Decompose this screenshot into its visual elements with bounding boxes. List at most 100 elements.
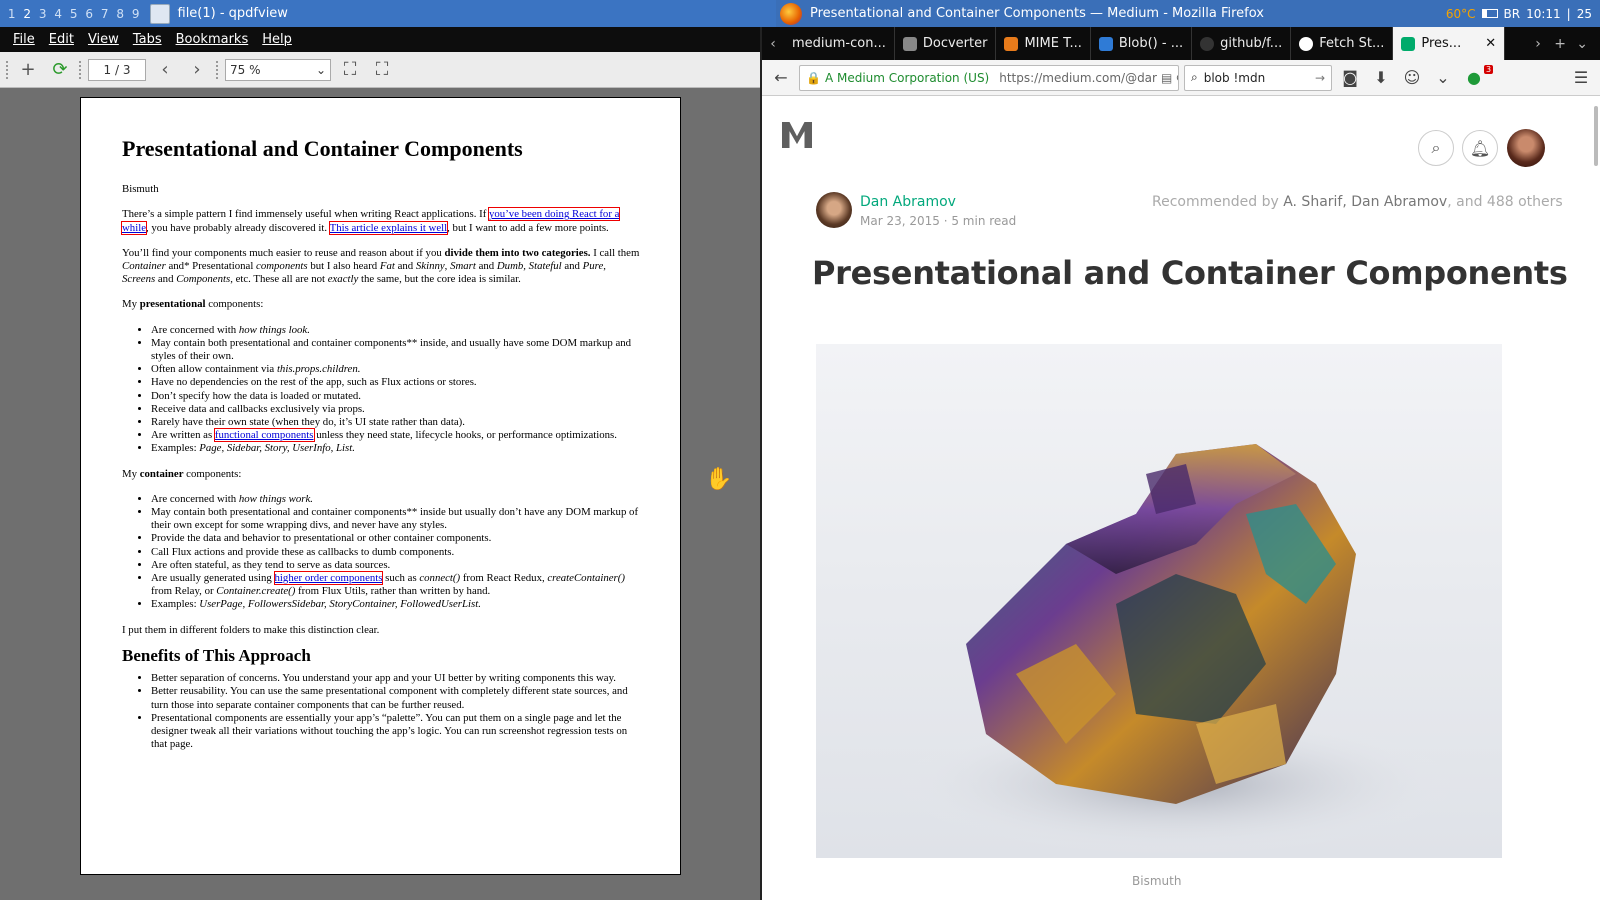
zoom-select[interactable]: 75 % ⌄ bbox=[225, 58, 331, 81]
search-go-arrow-icon[interactable]: → bbox=[1315, 71, 1325, 85]
fit-to-page-size-icon[interactable]: ⛶ bbox=[369, 57, 395, 83]
tab-blob[interactable]: Blob() - ... bbox=[1091, 27, 1193, 60]
tab-label: MIME T... bbox=[1024, 36, 1082, 51]
lock-icon: 🔒 bbox=[806, 70, 821, 85]
list-item: Are concerned with how things work. bbox=[151, 493, 640, 506]
back-arrow-icon[interactable]: ← bbox=[768, 65, 794, 91]
tab-close-icon[interactable]: ✕ bbox=[1485, 36, 1496, 51]
qpdfview-titlebar: 1 2 3 4 5 6 7 8 9 file(1) - qpdfview bbox=[0, 0, 776, 27]
previous-page-icon[interactable]: ‹ bbox=[152, 57, 178, 83]
tab-label: Docverter bbox=[922, 36, 988, 51]
workspace-5[interactable]: 5 bbox=[66, 7, 82, 21]
tab-label: github/f... bbox=[1220, 36, 1283, 51]
download-arrow-icon[interactable]: ⬇ bbox=[1368, 65, 1394, 91]
menu-tabs[interactable]: Tabs bbox=[126, 32, 169, 47]
zoom-value: 75 % bbox=[230, 62, 261, 77]
tab-list-chevron-icon[interactable]: ⌄ bbox=[1571, 36, 1593, 52]
qpdfview-toolbar: + ⟳ 1 / 3 ‹ › 75 % ⌄ ⛶ ⛶ bbox=[0, 52, 760, 88]
github-favicon-icon bbox=[1200, 36, 1215, 51]
hand-cursor-icon: ✋ bbox=[705, 467, 733, 492]
tab-medium-con[interactable]: medium-con... bbox=[784, 27, 895, 60]
addon-badge: 3 bbox=[1484, 65, 1494, 74]
url-bar[interactable]: 🔒 A Medium Corporation (US) https://medi… bbox=[799, 64, 1179, 91]
menu-file[interactable]: File bbox=[6, 32, 42, 47]
tab-mime-types[interactable]: MIME T... bbox=[996, 27, 1091, 60]
page-number-field[interactable]: 1 / 3 bbox=[88, 58, 146, 81]
pocket-icon[interactable]: ◙ bbox=[1337, 65, 1363, 91]
workspace-2[interactable]: 2 bbox=[20, 7, 36, 21]
workspace-6[interactable]: 6 bbox=[82, 7, 98, 21]
hamburger-menu-icon[interactable]: ☰ bbox=[1568, 65, 1594, 91]
menu-bookmarks[interactable]: Bookmarks bbox=[169, 32, 256, 47]
container-list: Are concerned with how things work. May … bbox=[151, 493, 640, 612]
list-item: Rarely have their own state (when they d… bbox=[151, 416, 640, 429]
menu-edit[interactable]: Edit bbox=[42, 32, 81, 47]
tab-scroll-right-icon[interactable]: › bbox=[1527, 36, 1549, 52]
fit-to-page-width-icon[interactable]: ⛶ bbox=[337, 57, 363, 83]
scrollbar-thumb[interactable] bbox=[1594, 106, 1598, 166]
qpdfview-window: File Edit View Tabs Bookmarks Help + ⟳ 1… bbox=[0, 27, 760, 900]
workspace-7[interactable]: 7 bbox=[97, 7, 113, 21]
link-article-explains[interactable]: This article explains it well bbox=[328, 220, 449, 235]
tray-extra: 25 bbox=[1576, 6, 1592, 21]
workspace-1[interactable]: 1 bbox=[4, 7, 20, 21]
qpdfview-window-title: file(1) - qpdfview bbox=[177, 6, 288, 21]
reader-view-icon[interactable]: ▤ bbox=[1161, 71, 1172, 85]
list-item: Presentational components are essentiall… bbox=[151, 712, 640, 752]
doc-folders-paragraph: I put them in different folders to make … bbox=[122, 623, 380, 636]
tab-label: medium-con... bbox=[792, 36, 886, 51]
doc-intro-paragraph: There’s a simple pattern I find immensel… bbox=[120, 207, 621, 235]
qpdfview-menubar: File Edit View Tabs Bookmarks Help bbox=[0, 27, 760, 52]
link-functional-components[interactable]: functional components bbox=[213, 428, 315, 443]
toolbar-grip-icon[interactable] bbox=[216, 60, 219, 79]
author-avatar[interactable] bbox=[816, 192, 852, 228]
workspace-8[interactable]: 8 bbox=[113, 7, 129, 21]
workspace-9[interactable]: 9 bbox=[128, 7, 144, 21]
refresh-icon[interactable]: ⟳ bbox=[47, 57, 73, 83]
tab-docverter[interactable]: Docverter bbox=[895, 27, 997, 60]
medium-favicon-icon bbox=[1401, 36, 1416, 51]
list-item: Better reusability. You can use the same… bbox=[151, 685, 640, 711]
toolbar-grip-icon[interactable] bbox=[6, 60, 9, 79]
link-higher-order-components[interactable]: higher order components bbox=[273, 571, 384, 586]
open-plus-icon[interactable]: + bbox=[15, 57, 41, 83]
workspace-switcher[interactable]: 1 2 3 4 5 6 7 8 9 bbox=[4, 7, 144, 21]
menu-view[interactable]: View bbox=[81, 32, 126, 47]
medium-logo-icon[interactable] bbox=[782, 122, 812, 148]
notification-bell-icon[interactable]: 🔔︎ bbox=[1462, 130, 1498, 166]
tab-scroll-left-icon[interactable]: ‹ bbox=[762, 36, 784, 52]
doc-container-heading: My container components: bbox=[122, 467, 242, 480]
tab-label: Blob() - ... bbox=[1118, 36, 1184, 51]
author-name-link[interactable]: Dan Abramov bbox=[860, 194, 956, 210]
new-tab-plus-icon[interactable]: + bbox=[1549, 36, 1571, 52]
search-query: blob !mdn bbox=[1203, 70, 1266, 85]
workspace-4[interactable]: 4 bbox=[51, 7, 67, 21]
list-item: Examples: UserPage, FollowersSidebar, St… bbox=[151, 598, 640, 611]
list-item: Don’t specify how the data is loaded or … bbox=[151, 390, 640, 403]
recommended-by: Recommended by A. Sharif, Dan Abramov, a… bbox=[1152, 194, 1563, 210]
user-avatar[interactable] bbox=[1507, 129, 1545, 167]
next-page-icon[interactable]: › bbox=[184, 57, 210, 83]
article-date: Mar 23, 2015 bbox=[860, 214, 940, 228]
workspace-3[interactable]: 3 bbox=[35, 7, 51, 21]
search-icon[interactable]: ⌕ bbox=[1418, 130, 1454, 166]
desktop: 1 2 3 4 5 6 7 8 9 file(1) - qpdfview Pre… bbox=[0, 0, 1600, 900]
search-input[interactable]: ⌕ blob !mdn → bbox=[1184, 64, 1332, 91]
reload-icon[interactable]: ⟳ bbox=[1176, 71, 1178, 85]
tab-github[interactable]: github/f... bbox=[1192, 27, 1292, 60]
list-item: Have no dependencies on the rest of the … bbox=[151, 376, 640, 389]
read-time: 5 min read bbox=[951, 214, 1017, 228]
tab-presentational-active[interactable]: Pres... ✕ bbox=[1393, 27, 1506, 60]
bismuth-crystal-image bbox=[816, 344, 1502, 858]
bismuth-crystal-illustration bbox=[896, 444, 1456, 854]
tab-fetch-standard[interactable]: Fetch St... bbox=[1291, 27, 1394, 60]
tab-label: Fetch St... bbox=[1319, 36, 1385, 51]
whatwg-favicon-icon bbox=[1299, 36, 1314, 51]
toolbar-grip-icon[interactable] bbox=[79, 60, 82, 79]
menu-help[interactable]: Help bbox=[255, 32, 299, 47]
docverter-favicon-icon bbox=[902, 36, 917, 51]
greasemonkey-icon[interactable]: ☺ bbox=[1399, 65, 1425, 91]
list-item: Call Flux actions and provide these as c… bbox=[151, 546, 640, 559]
addon-dropdown-chevron-icon[interactable]: ⌄ bbox=[1430, 65, 1456, 91]
list-item: Examples: Page, Sidebar, Story, UserInfo… bbox=[151, 442, 640, 455]
